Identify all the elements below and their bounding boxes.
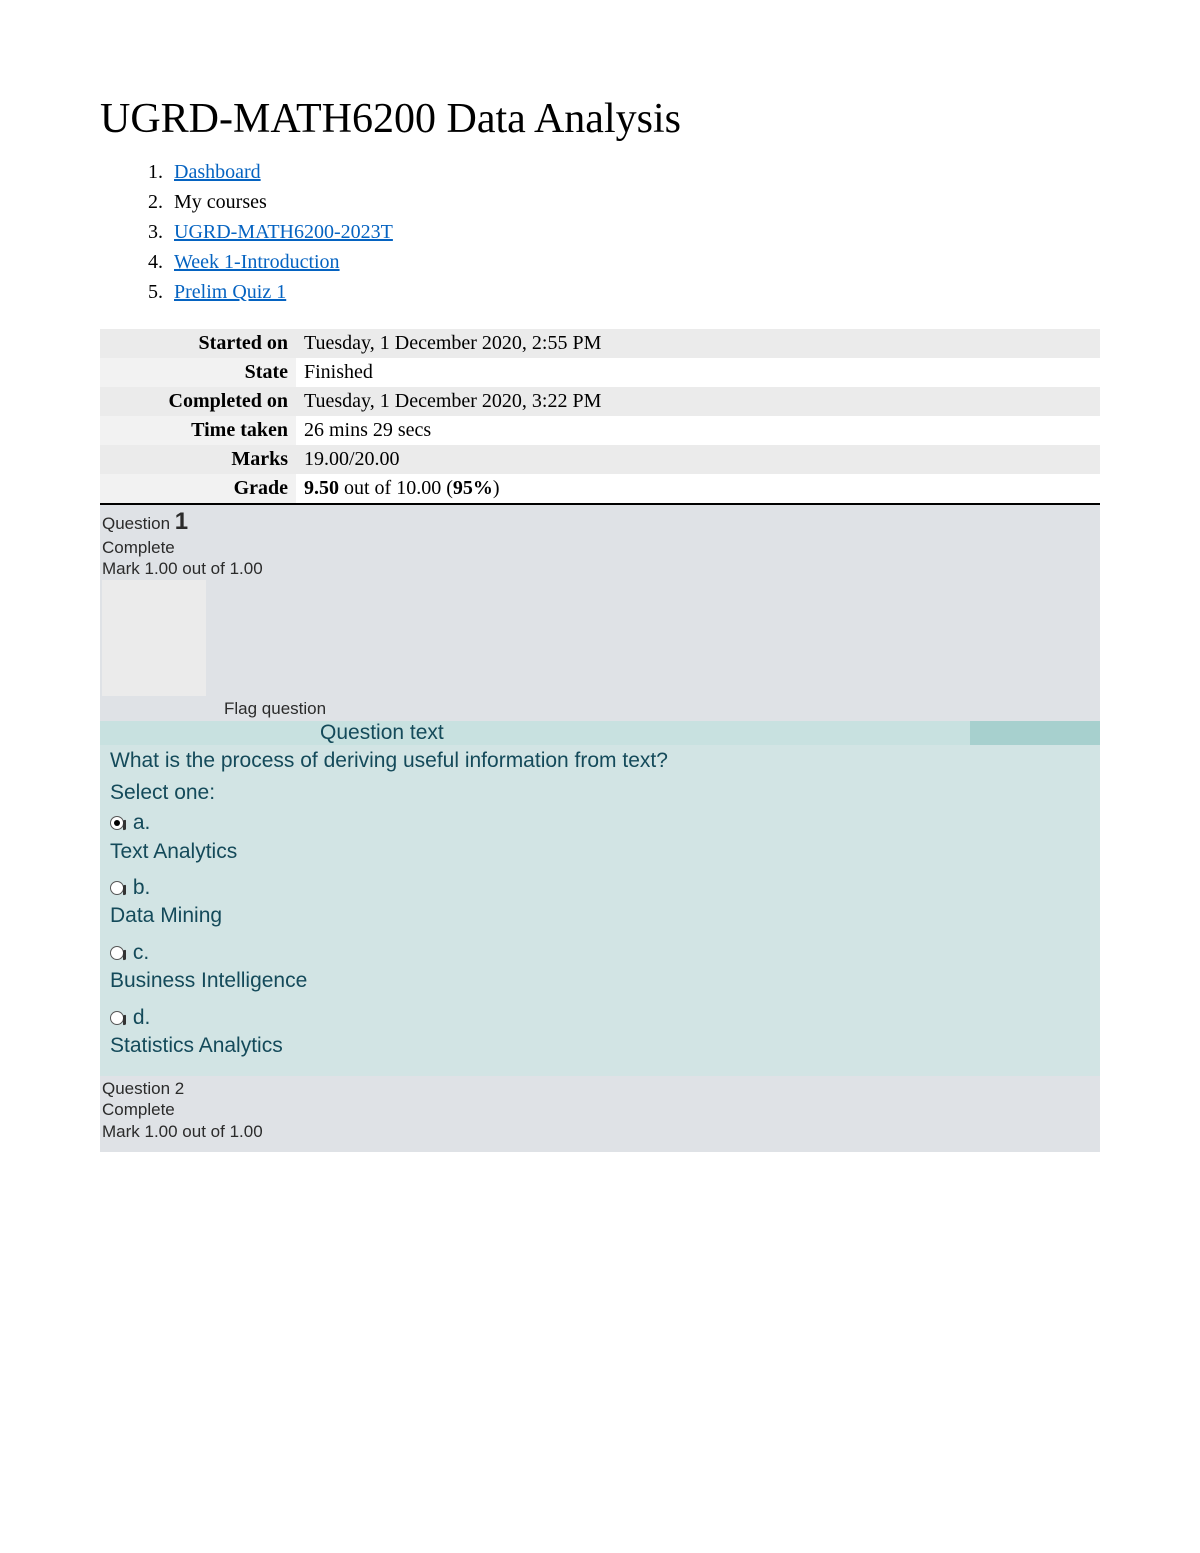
question-state: Complete: [102, 1099, 1098, 1120]
breadcrumb-week[interactable]: Week 1-Introduction: [174, 251, 340, 273]
question-mark: Mark 1.00 out of 1.00: [102, 1121, 1098, 1142]
option-letter: c.: [133, 939, 149, 967]
question-info-placeholder: [102, 580, 206, 696]
option-b[interactable]: b. Data Mining: [110, 874, 1096, 931]
option-letter: b.: [133, 874, 151, 902]
breadcrumb-dashboard[interactable]: Dashboard: [174, 161, 261, 183]
summary-table: Started on Tuesday, 1 December 2020, 2:5…: [100, 329, 1100, 505]
summary-time-value: 26 mins 29 secs: [296, 416, 1100, 445]
summary-completed-value: Tuesday, 1 December 2020, 3:22 PM: [296, 387, 1100, 416]
page-title: UGRD-MATH6200 Data Analysis: [100, 95, 1100, 143]
option-text: Text Analytics: [110, 838, 1096, 866]
option-d[interactable]: d. Statistics Analytics: [110, 1004, 1096, 1061]
question-1-info: Question 1 Complete Mark 1.00 out of 1.0…: [100, 505, 1100, 721]
radio-icon[interactable]: [110, 881, 124, 895]
question-prompt: What is the process of deriving useful i…: [110, 747, 1096, 775]
summary-marks-label: Marks: [100, 445, 296, 474]
radio-icon[interactable]: [110, 1011, 124, 1025]
summary-marks-value: 19.00/20.00: [296, 445, 1100, 474]
summary-started-value: Tuesday, 1 December 2020, 2:55 PM: [296, 329, 1100, 358]
summary-grade-label: Grade: [100, 474, 296, 504]
radio-icon[interactable]: [110, 816, 124, 830]
summary-state-label: State: [100, 358, 296, 387]
flag-question-link[interactable]: Flag question: [224, 699, 326, 718]
question-label: Question: [102, 1079, 175, 1098]
option-c[interactable]: c. Business Intelligence: [110, 939, 1096, 996]
question-text-heading: Question text: [100, 721, 970, 745]
question-mark: Mark 1.00 out of 1.00: [102, 558, 1098, 579]
summary-time-label: Time taken: [100, 416, 296, 445]
option-text: Statistics Analytics: [110, 1032, 1096, 1060]
question-2-info: Question 2 Complete Mark 1.00 out of 1.0…: [100, 1076, 1100, 1152]
question-text-heading-block: Question text: [100, 721, 1100, 745]
question-number: 1: [175, 508, 188, 535]
select-one-label: Select one:: [110, 779, 1096, 807]
summary-started-label: Started on: [100, 329, 296, 358]
question-state: Complete: [102, 537, 1098, 558]
radio-icon[interactable]: [110, 946, 124, 960]
summary-grade-value: 9.50 out of 10.00 (95%): [296, 474, 1100, 504]
question-1-content: What is the process of deriving useful i…: [100, 745, 1100, 1076]
option-letter: a.: [133, 809, 151, 837]
summary-state-value: Finished: [296, 358, 1100, 387]
option-letter: d.: [133, 1004, 151, 1032]
breadcrumb-mycourses: My courses: [174, 191, 267, 213]
question-label: Question: [102, 514, 175, 533]
question-number: 2: [175, 1079, 184, 1098]
breadcrumb-course[interactable]: UGRD-MATH6200-2023T: [174, 221, 393, 243]
breadcrumb-quiz[interactable]: Prelim Quiz 1: [174, 281, 286, 303]
breadcrumb: Dashboard My courses UGRD-MATH6200-2023T…: [168, 157, 1100, 307]
option-text: Data Mining: [110, 902, 1096, 930]
summary-completed-label: Completed on: [100, 387, 296, 416]
option-a[interactable]: a. Text Analytics: [110, 809, 1096, 866]
option-text: Business Intelligence: [110, 967, 1096, 995]
